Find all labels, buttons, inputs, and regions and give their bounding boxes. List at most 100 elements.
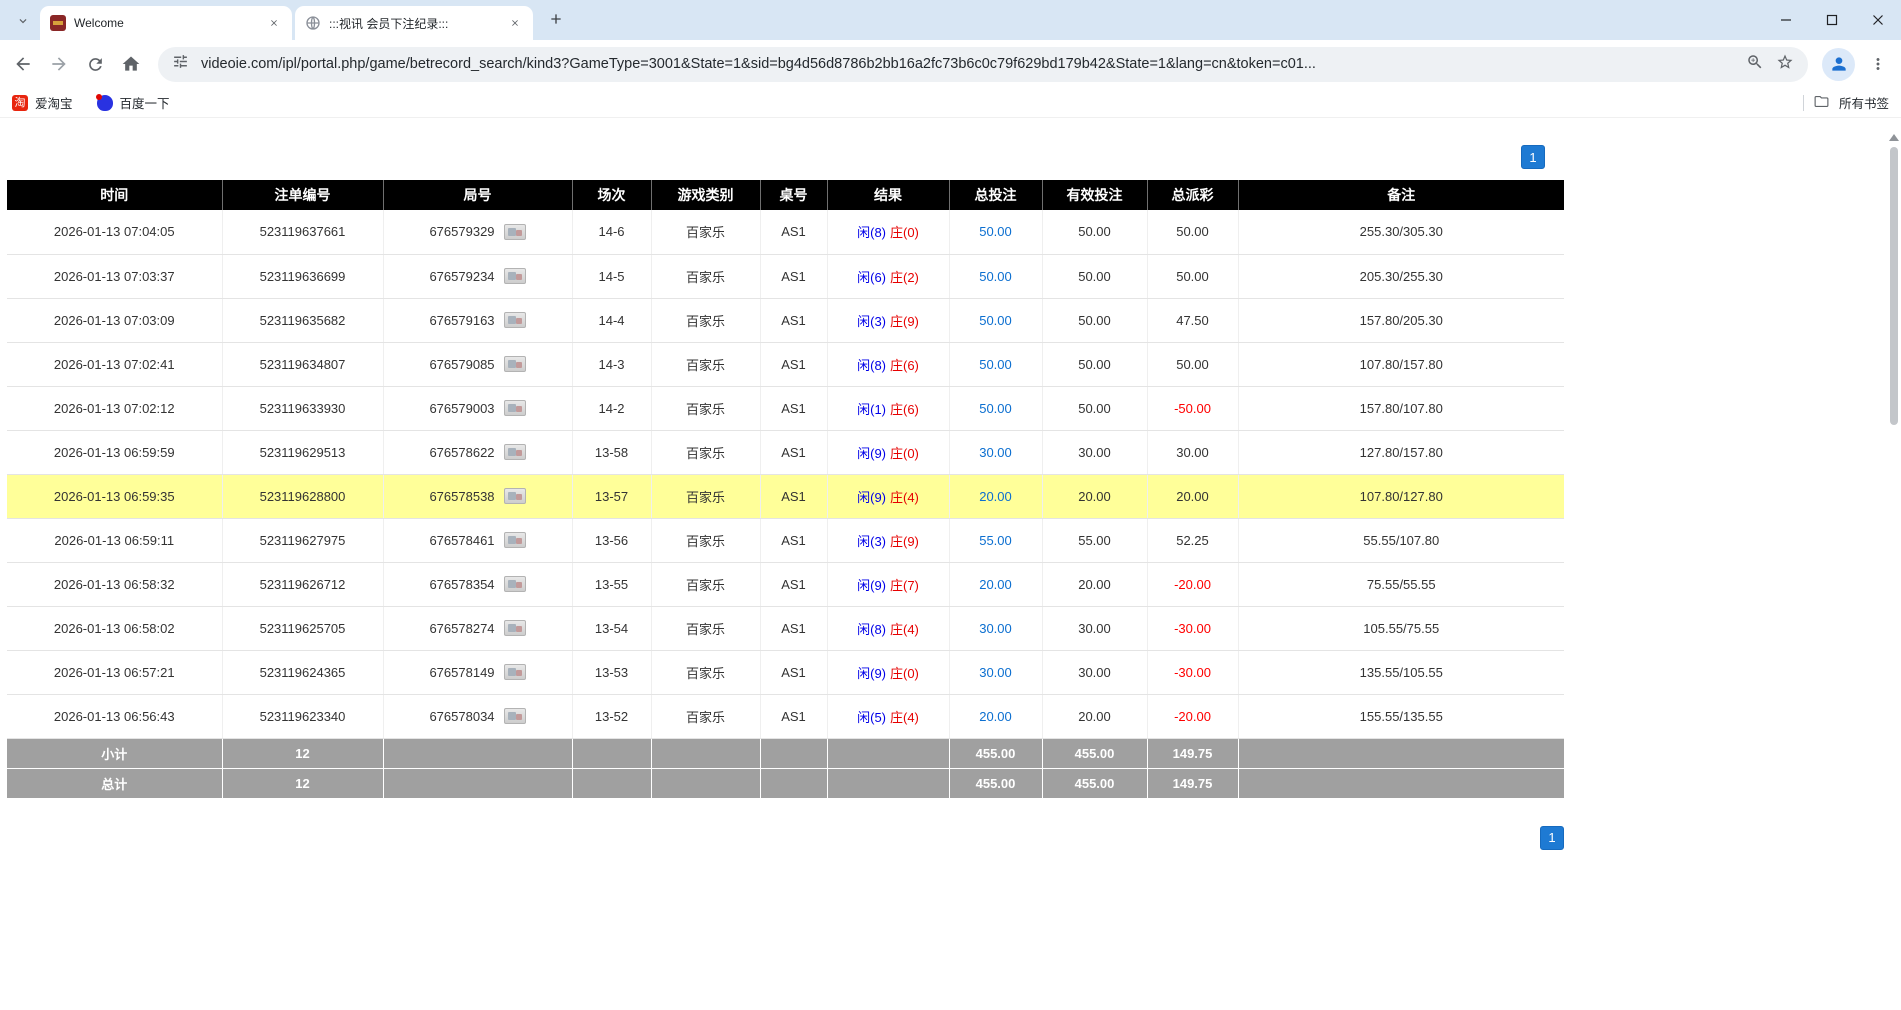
pagination-page-1-button[interactable]: 1 (1521, 145, 1545, 169)
bet-record-row[interactable]: 2026-01-13 06:57:21 523119624365 6765781… (7, 650, 1564, 694)
round-result-icon[interactable] (504, 444, 526, 460)
total-bet-link[interactable]: 50.00 (979, 269, 1012, 284)
round-result-icon[interactable] (504, 312, 526, 328)
cell-remark: 255.30/305.30 (1238, 210, 1564, 254)
bet-record-row[interactable]: 2026-01-13 06:59:35 523119628800 6765785… (7, 474, 1564, 518)
maximize-button[interactable] (1809, 0, 1855, 40)
cell-bet-id: 523119626712 (222, 562, 383, 606)
cell-table-no: AS1 (760, 386, 827, 430)
tab-welcome[interactable]: Welcome (40, 6, 292, 40)
round-result-icon[interactable] (504, 356, 526, 372)
bet-record-row[interactable]: 2026-01-13 07:02:41 523119634807 6765790… (7, 342, 1564, 386)
reload-button[interactable] (78, 47, 112, 81)
total-bet-link[interactable]: 50.00 (979, 357, 1012, 372)
col-table-no: 桌号 (760, 180, 827, 210)
cell-bet-id: 523119625705 (222, 606, 383, 650)
scrollbar-thumb[interactable] (1890, 147, 1898, 425)
round-result-icon[interactable] (504, 488, 526, 504)
plus-icon (548, 11, 564, 27)
cell-bet-id: 523119636699 (222, 254, 383, 298)
cell-total-bet: 20.00 (949, 474, 1042, 518)
table-body: 2026-01-13 07:04:05 523119637661 6765793… (7, 210, 1564, 738)
cell-valid-bet: 20.00 (1042, 474, 1147, 518)
tab-search-button[interactable] (8, 6, 38, 36)
all-bookmarks-label[interactable]: 所有书签 (1839, 93, 1889, 112)
profile-avatar[interactable] (1822, 48, 1855, 81)
tab-strip: Welcome :::视讯 会员下注纪录::: (0, 0, 1901, 40)
scrollbar[interactable] (1889, 134, 1899, 1004)
cell-round: 676578538 (383, 474, 572, 518)
total-bet-link[interactable]: 55.00 (979, 533, 1012, 548)
bet-records-table: 时间 注单编号 局号 场次 游戏类别 桌号 结果 总投注 有效投注 总派彩 备注… (7, 180, 1564, 799)
close-button[interactable] (1855, 0, 1901, 40)
cell-result: 闲(8)庄(6) (827, 342, 949, 386)
cell-payout: 50.00 (1147, 210, 1238, 254)
round-result-icon[interactable] (504, 532, 526, 548)
cell-total-bet: 50.00 (949, 342, 1042, 386)
round-result-icon[interactable] (504, 620, 526, 636)
player-result: 闲(9) (857, 666, 886, 681)
total-bet-link[interactable]: 20.00 (979, 709, 1012, 724)
cell-round: 676578034 (383, 694, 572, 738)
cell-session: 13-54 (572, 606, 651, 650)
globe-favicon (305, 15, 321, 31)
welcome-favicon (50, 15, 66, 31)
site-settings-icon[interactable] (172, 53, 189, 75)
total-bet-link[interactable]: 50.00 (979, 224, 1012, 239)
cell-bet-id: 523119633930 (222, 386, 383, 430)
bet-record-row[interactable]: 2026-01-13 06:59:11 523119627975 6765784… (7, 518, 1564, 562)
bookmark-taobao[interactable]: 淘 爱淘宝 (12, 93, 73, 112)
player-result: 闲(9) (857, 446, 886, 461)
tab-close-icon[interactable] (266, 15, 282, 31)
total-bet-link[interactable]: 30.00 (979, 621, 1012, 636)
bet-record-row[interactable]: 2026-01-13 06:56:43 523119623340 6765780… (7, 694, 1564, 738)
cell-remark: 155.55/135.55 (1238, 694, 1564, 738)
cell-game-type: 百家乐 (651, 650, 760, 694)
bet-record-row[interactable]: 2026-01-13 07:04:05 523119637661 6765793… (7, 210, 1564, 254)
cell-result: 闲(3)庄(9) (827, 298, 949, 342)
bet-record-row[interactable]: 2026-01-13 06:58:32 523119626712 6765783… (7, 562, 1564, 606)
subtotal-label: 小计 (7, 738, 222, 768)
round-result-icon[interactable] (504, 268, 526, 284)
bet-record-row[interactable]: 2026-01-13 06:58:02 523119625705 6765782… (7, 606, 1564, 650)
bet-record-row[interactable]: 2026-01-13 07:03:37 523119636699 6765792… (7, 254, 1564, 298)
round-result-icon[interactable] (504, 576, 526, 592)
total-bet-link[interactable]: 30.00 (979, 445, 1012, 460)
url-text[interactable]: videoie.com/ipl/portal.php/game/betrecor… (201, 56, 1734, 72)
cell-valid-bet: 50.00 (1042, 254, 1147, 298)
cell-time: 2026-01-13 06:58:02 (7, 606, 222, 650)
bet-record-row[interactable]: 2026-01-13 07:02:12 523119633930 6765790… (7, 386, 1564, 430)
total-bet-link[interactable]: 30.00 (979, 665, 1012, 680)
cell-table-no: AS1 (760, 342, 827, 386)
bet-record-row[interactable]: 2026-01-13 07:03:09 523119635682 6765791… (7, 298, 1564, 342)
round-number: 676579234 (429, 269, 494, 284)
minimize-button[interactable] (1763, 0, 1809, 40)
browser-menu-button[interactable] (1861, 47, 1895, 81)
address-bar[interactable]: videoie.com/ipl/portal.php/game/betrecor… (158, 47, 1808, 82)
new-tab-button[interactable] (542, 5, 570, 33)
total-bet-link[interactable]: 50.00 (979, 313, 1012, 328)
scroll-up-arrow[interactable] (1889, 134, 1899, 141)
subtotal-total-bet: 455.00 (949, 738, 1042, 768)
bookmark-star-icon[interactable] (1776, 53, 1794, 76)
bet-record-row[interactable]: 2026-01-13 06:59:59 523119629513 6765786… (7, 430, 1564, 474)
home-button[interactable] (114, 47, 148, 81)
tab-betrecord[interactable]: :::视讯 会员下注纪录::: (295, 6, 533, 40)
cell-total-bet: 30.00 (949, 430, 1042, 474)
col-result: 结果 (827, 180, 949, 210)
round-result-icon[interactable] (504, 664, 526, 680)
round-result-icon[interactable] (504, 224, 526, 240)
person-icon (1829, 54, 1849, 74)
bookmark-baidu[interactable]: 百度一下 (97, 93, 170, 112)
total-bet-link[interactable]: 20.00 (979, 489, 1012, 504)
pagination-page-1-button-bottom[interactable]: 1 (1540, 826, 1564, 850)
total-bet-link[interactable]: 20.00 (979, 577, 1012, 592)
tab-close-icon[interactable] (507, 15, 523, 31)
back-button[interactable] (6, 47, 40, 81)
cell-total-bet: 30.00 (949, 606, 1042, 650)
round-result-icon[interactable] (504, 708, 526, 724)
total-bet-link[interactable]: 50.00 (979, 401, 1012, 416)
zoom-icon[interactable] (1746, 53, 1764, 76)
round-result-icon[interactable] (504, 400, 526, 416)
forward-button[interactable] (42, 47, 76, 81)
